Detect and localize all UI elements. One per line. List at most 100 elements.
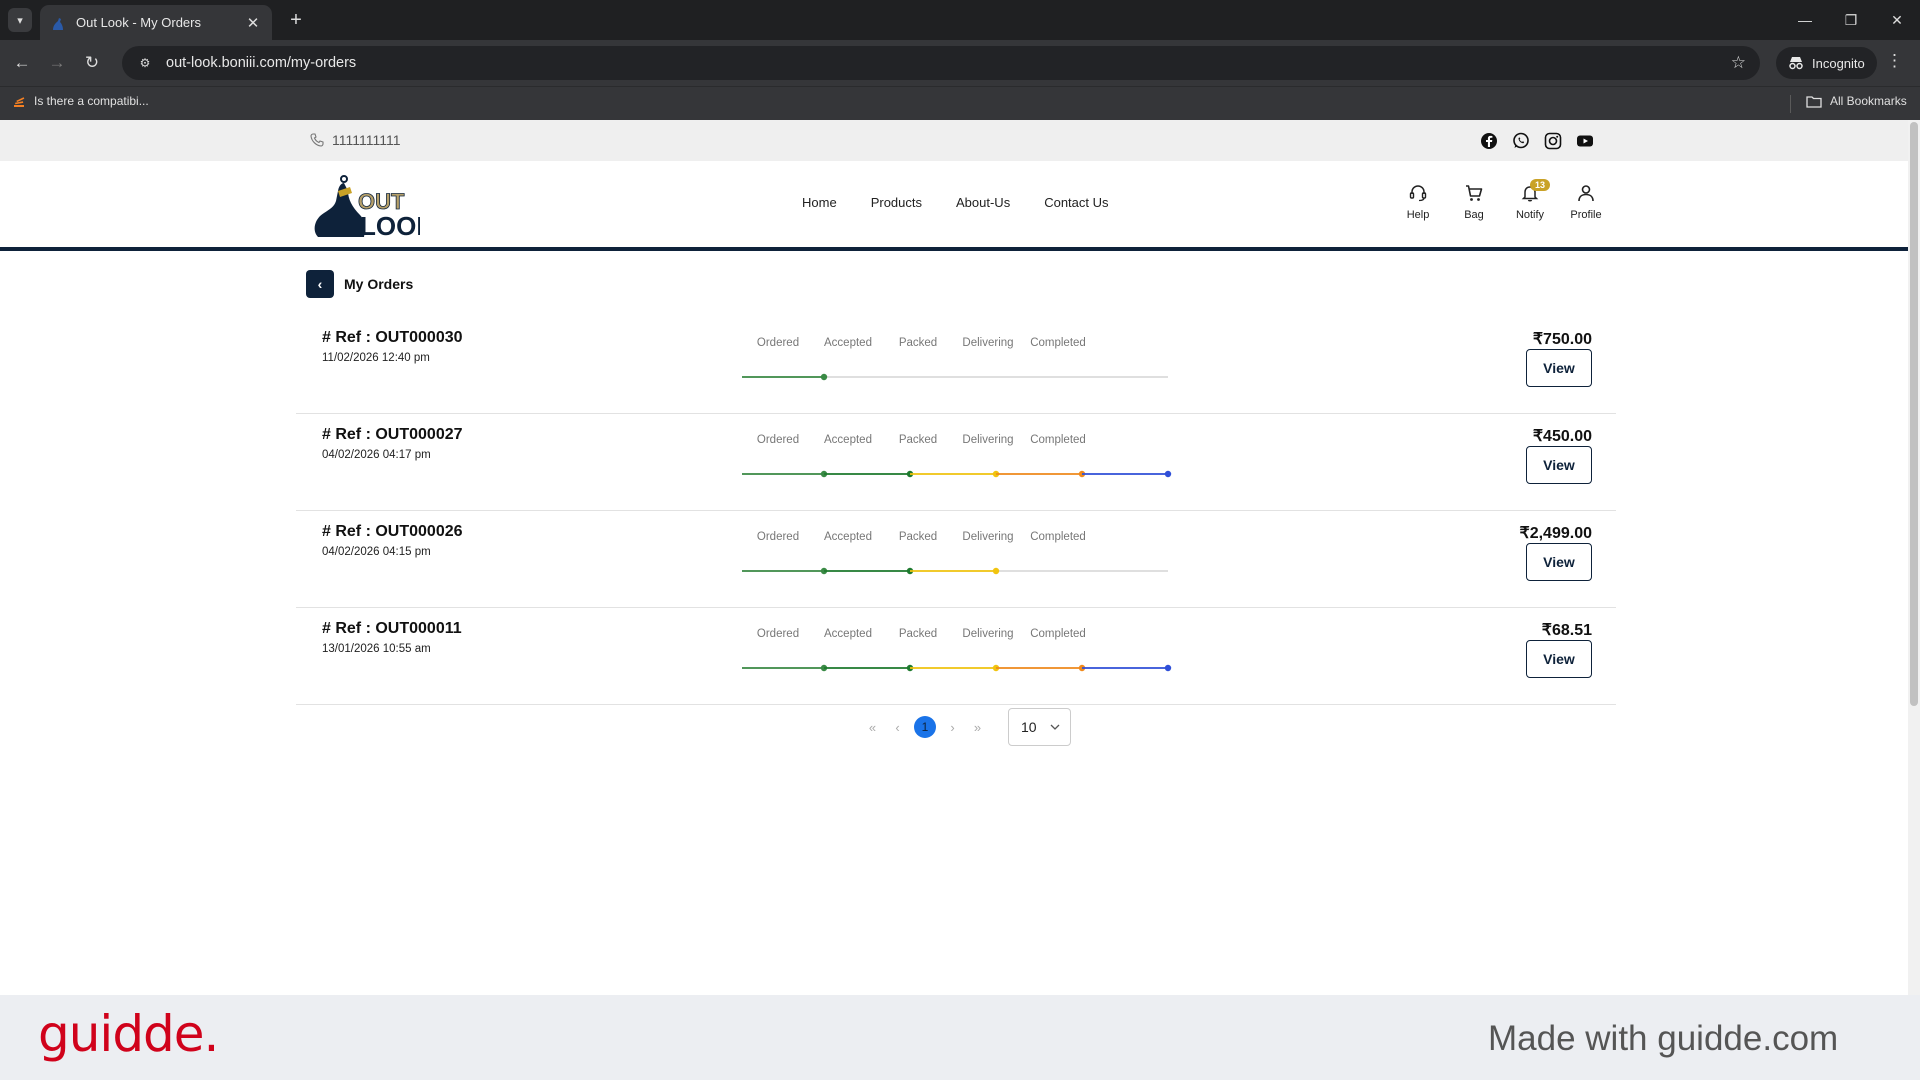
notify-button[interactable]: 13 Notify (1502, 179, 1558, 221)
close-window-icon[interactable]: ✕ (1874, 0, 1920, 40)
incognito-indicator[interactable]: Incognito (1776, 47, 1877, 79)
forward-arrow-icon[interactable]: → (45, 51, 69, 75)
phone-contact[interactable]: 1111111111 (310, 132, 401, 148)
step-label: Accepted (824, 337, 872, 349)
user-icon (1578, 185, 1594, 202)
main-nav: Home Products About-Us Contact Us (802, 195, 1109, 210)
notification-count-badge: 13 (1530, 179, 1551, 191)
browser-toolbar: ← → ↻ ⚙ out-look.boniii.com/my-orders ☆ … (0, 40, 1920, 86)
order-row: # Ref : OUT000026 04/02/2026 04:15 pm Or… (296, 511, 1616, 608)
phone-number: 1111111111 (332, 132, 401, 148)
guidde-logo: guidde. (38, 1005, 219, 1063)
made-with-text: Made with guidde.com (1488, 1019, 1839, 1058)
first-page-button[interactable]: « (860, 716, 885, 738)
step-label: Packed (898, 337, 938, 349)
address-bar[interactable]: ⚙ out-look.boniii.com/my-orders ☆ (122, 46, 1760, 80)
order-progress-track (742, 373, 1168, 381)
bag-button[interactable]: Bag (1446, 183, 1502, 221)
order-amount: ₹450.00 (1532, 428, 1592, 445)
step-label: Accepted (824, 531, 872, 543)
step-label: Delivering (962, 434, 1014, 446)
profile-button[interactable]: Profile (1558, 183, 1614, 221)
view-order-button[interactable]: View (1526, 446, 1592, 484)
step-label: Packed (898, 628, 938, 640)
bookmark-star-icon[interactable]: ☆ (1731, 53, 1746, 73)
order-date: 04/02/2026 04:15 pm (322, 546, 431, 558)
back-arrow-icon[interactable]: ← (10, 51, 34, 75)
all-bookmarks[interactable]: All Bookmarks (1806, 94, 1907, 108)
back-button[interactable]: ‹ (306, 270, 334, 298)
scrollbar-thumb[interactable] (1910, 122, 1918, 706)
order-date: 13/01/2026 10:55 am (322, 643, 431, 655)
youtube-icon[interactable] (1576, 132, 1594, 150)
step-label: Ordered (756, 434, 800, 446)
step-label: Ordered (756, 337, 800, 349)
step-label: Ordered (756, 531, 800, 543)
tab-search-icon[interactable]: ▾ (8, 8, 32, 32)
step-label: Completed (1030, 628, 1086, 640)
phone-icon (310, 133, 324, 147)
order-row: # Ref : OUT000030 11/02/2026 12:40 pm Or… (296, 317, 1616, 414)
step-label: Delivering (962, 628, 1014, 640)
view-order-button[interactable]: View (1526, 640, 1592, 678)
step-label: Delivering (962, 337, 1014, 349)
incognito-icon (1789, 57, 1803, 70)
outlook-logo[interactable]: OUT LOOK (308, 171, 420, 239)
help-button[interactable]: Help (1390, 183, 1446, 221)
pagination: « ‹ 1 › » 10 (860, 708, 1071, 746)
order-ref: # Ref : OUT000027 (322, 426, 463, 443)
nav-contact-us[interactable]: Contact Us (1044, 195, 1108, 210)
guidde-footer: guidde. Made with guidde.com (0, 995, 1920, 1080)
order-date: 11/02/2026 12:40 pm (322, 352, 430, 364)
nav-products[interactable]: Products (871, 195, 922, 210)
tab-title: Out Look - My Orders (76, 15, 201, 30)
prev-page-button[interactable]: ‹ (885, 716, 910, 738)
bookmark-item[interactable]: Is there a compatibi... (12, 94, 149, 108)
new-tab-icon[interactable]: + (284, 8, 308, 32)
stackoverflow-icon (14, 97, 25, 107)
order-steps: Ordered Accepted Packed Delivering Completed (742, 531, 1172, 551)
bag-label: Bag (1464, 209, 1484, 221)
order-progress-track (742, 664, 1172, 672)
help-label: Help (1406, 209, 1430, 221)
whatsapp-icon[interactable] (1512, 132, 1530, 150)
step-label: Completed (1030, 434, 1086, 446)
facebook-icon[interactable] (1480, 132, 1498, 150)
url-text[interactable]: out-look.boniii.com/my-orders (166, 55, 356, 71)
order-steps: Ordered Accepted Packed Delivering Completed (742, 337, 1172, 357)
close-tab-icon[interactable]: ✕ (244, 14, 262, 32)
notify-label: Notify (1515, 209, 1545, 221)
restore-icon[interactable]: ❐ (1828, 0, 1874, 40)
last-page-button[interactable]: » (965, 716, 990, 738)
nav-about-us[interactable]: About-Us (956, 195, 1010, 210)
nav-home[interactable]: Home (802, 195, 837, 210)
incognito-label: Incognito (1812, 55, 1865, 71)
browser-menu-icon[interactable]: ⋮ (1886, 51, 1903, 71)
order-ref: # Ref : OUT000030 (322, 329, 463, 346)
browser-tab[interactable]: Out Look - My Orders ✕ (40, 5, 272, 40)
view-order-button[interactable]: View (1526, 349, 1592, 387)
order-row: # Ref : OUT000011 13/01/2026 10:55 am Or… (296, 608, 1616, 705)
instagram-icon[interactable] (1544, 132, 1562, 150)
order-steps: Ordered Accepted Packed Delivering Completed (742, 434, 1172, 454)
track-step-dot (820, 373, 828, 381)
header-actions: Help Bag 13 Notify Profile (1390, 179, 1614, 221)
headset-icon (1409, 185, 1427, 202)
cart-icon (1466, 185, 1483, 201)
view-order-button[interactable]: View (1526, 543, 1592, 581)
order-date: 04/02/2026 04:17 pm (322, 449, 431, 461)
bookmarks-bar: Is there a compatibi... All Bookmarks (0, 86, 1920, 120)
page-scrollbar[interactable] (1908, 120, 1920, 995)
site-info-icon[interactable]: ⚙ (136, 54, 154, 72)
reload-icon[interactable]: ↻ (80, 51, 104, 75)
step-label: Completed (1030, 531, 1086, 543)
folder-icon (1806, 95, 1822, 108)
next-page-button[interactable]: › (940, 716, 965, 738)
order-amount: ₹68.51 (1541, 622, 1592, 639)
minimize-icon[interactable]: — (1782, 0, 1828, 40)
current-page[interactable]: 1 (914, 716, 936, 738)
step-label: Accepted (824, 434, 872, 446)
page-size-select[interactable]: 10 (1008, 708, 1071, 746)
contact-strip: 1111111111 (0, 120, 1908, 161)
window-controls: — ❐ ✕ (1782, 0, 1920, 40)
